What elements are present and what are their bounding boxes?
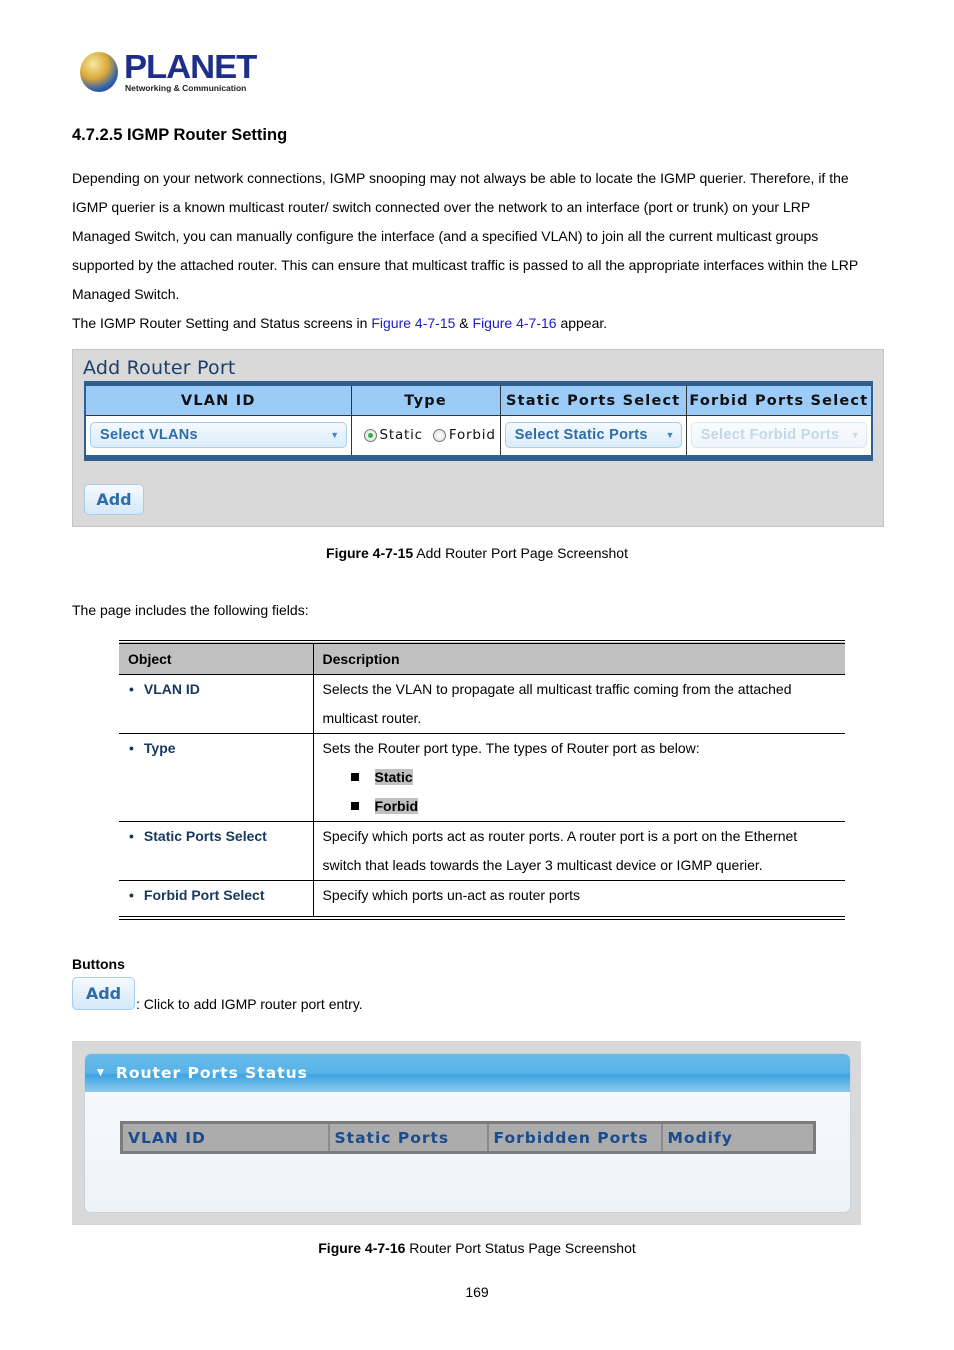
intro-line: Managed Switch. [72,286,180,302]
description-line: Selects the VLAN to propagate all multic… [322,680,792,697]
fields-intro: The page includes the following fields: [72,602,309,618]
collapse-triangle-icon[interactable]: ▼ [97,1068,105,1078]
forbid-ports-select: Select Forbid Ports ▼ [690,422,867,449]
figure-caption-4-7-15: Figure 4-7-15 Add Router Port Page Scree… [0,545,954,561]
intro-line: IGMP querier is a known multicast router… [72,199,811,215]
header-static-ports: Static Ports [327,1122,488,1153]
sub-item: Static [323,763,837,792]
panel-title: Add Router Port [83,357,236,379]
intro-line: supported by the attached router. This c… [72,257,859,273]
header-vlan-id: VLAN ID [85,383,351,416]
ref-text: & [455,315,473,331]
vlan-select-value: Select VLANs [100,427,198,444]
header-vlan-id: VLAN ID [128,1128,206,1147]
object-name: Static Ports Select [143,827,267,844]
caption-label: Figure 4-7-15 [326,545,414,561]
chevron-down-icon: ▼ [850,430,860,441]
logo-tagline: Networking & Communication [125,83,247,93]
ref-text: appear. [556,315,608,331]
ref-text: The IGMP Router Setting and Status scree… [72,315,372,331]
header-forbid-ports-select: Forbid Ports Select [685,383,872,416]
bullet-icon: • [129,739,134,756]
caption-text: Router Port Status Page Screenshot [405,1240,636,1256]
add-router-port-table: VLAN ID Type Static Ports Select Forbid … [84,381,873,461]
sub-item-label: Static [374,768,413,785]
chevron-down-icon: ▼ [330,430,340,441]
radio-forbid-label[interactable]: Forbid [449,427,496,443]
figure-reference: The IGMP Router Setting and Status scree… [72,309,892,338]
radio-forbid[interactable] [432,428,446,442]
header-static-ports-select: Static Ports Select [499,383,687,416]
section-title: 4.7.2.5 IGMP Router Setting [72,126,288,144]
panel-title: Router Ports Status [115,1064,308,1082]
figure-caption-4-7-16: Figure 4-7-16 Router Port Status Page Sc… [0,1240,954,1256]
table-row: • Static Ports Select Specify which ports… [119,821,845,881]
table-row: • Type Sets the Router port type. The typ… [119,733,845,822]
static-ports-select-value: Select Static Ports [514,427,648,444]
description-line: switch that leads towards the Layer 3 mu… [322,856,763,873]
add-router-port-panel: Add Router Port VLAN ID Type Static Port… [72,349,884,527]
description-line: Specify which ports act as router ports.… [322,827,798,844]
bullet-icon: • [129,827,134,844]
fields-table: Object Description • VLAN ID Selects the … [119,640,845,920]
square-bullet-icon [350,801,359,810]
intro-line: Managed Switch, you can manually configu… [72,228,819,244]
description-line: multicast router. [322,709,422,726]
object-name: Type [143,739,176,756]
type-radio-group: Static Forbid [356,427,496,443]
sub-item-label: Forbid [374,797,419,814]
figure-link-4-7-16[interactable]: Figure 4-7-16 [473,315,557,331]
buttons-heading: Buttons [72,956,125,972]
header-description: Description [312,642,845,675]
figure-link-4-7-15[interactable]: Figure 4-7-15 [371,315,455,331]
panel-header[interactable]: ▼ Router Ports Status [85,1054,850,1092]
table-row: • Forbid Port Select Specify which ports … [119,880,845,918]
chevron-down-icon: ▼ [665,430,675,441]
logo-brand: PLANET [124,48,257,85]
planet-logo: PLANET Networking & Communication [78,48,257,98]
square-bullet-icon [350,772,359,781]
forbid-ports-select-value: Select Forbid Ports [700,427,840,444]
router-ports-status-table: VLAN ID Static Ports Forbidden Ports Mod… [120,1121,816,1154]
globe-icon [80,52,118,92]
description-line: Sets the Router port type. The types of … [322,739,700,756]
static-ports-select[interactable]: Select Static Ports ▼ [504,422,682,449]
vlan-select[interactable]: Select VLANs ▼ [90,422,347,449]
header-type: Type [350,383,501,416]
sub-item: Forbid [323,792,837,821]
caption-label: Figure 4-7-16 [318,1240,406,1256]
add-button[interactable]: Add [84,484,144,515]
router-ports-status-panel: ▼ Router Ports Status VLAN ID Static Por… [72,1041,861,1225]
intro-paragraph: Depending on your network connections, I… [72,164,892,338]
add-button-sample[interactable]: Add [72,977,135,1010]
header-object: Object [119,642,313,675]
bullet-icon: • [129,886,134,903]
object-name: VLAN ID [143,680,200,697]
caption-text: Add Router Port Page Screenshot [413,545,628,561]
header-forbidden-ports: Forbidden Ports [486,1122,662,1153]
object-name: Forbid Port Select [143,886,265,903]
add-button-description: : Click to add IGMP router port entry. [136,996,363,1012]
page-number: 169 [465,1284,489,1300]
radio-static-label[interactable]: Static [380,427,423,443]
description-line: Specify which ports un-act as router por… [322,886,581,903]
bullet-icon: • [129,680,134,697]
header-modify: Modify [660,1122,815,1153]
intro-line: Depending on your network connections, I… [72,170,849,186]
radio-static[interactable] [363,428,377,442]
table-row: • VLAN ID Selects the VLAN to propagate a… [119,674,845,734]
